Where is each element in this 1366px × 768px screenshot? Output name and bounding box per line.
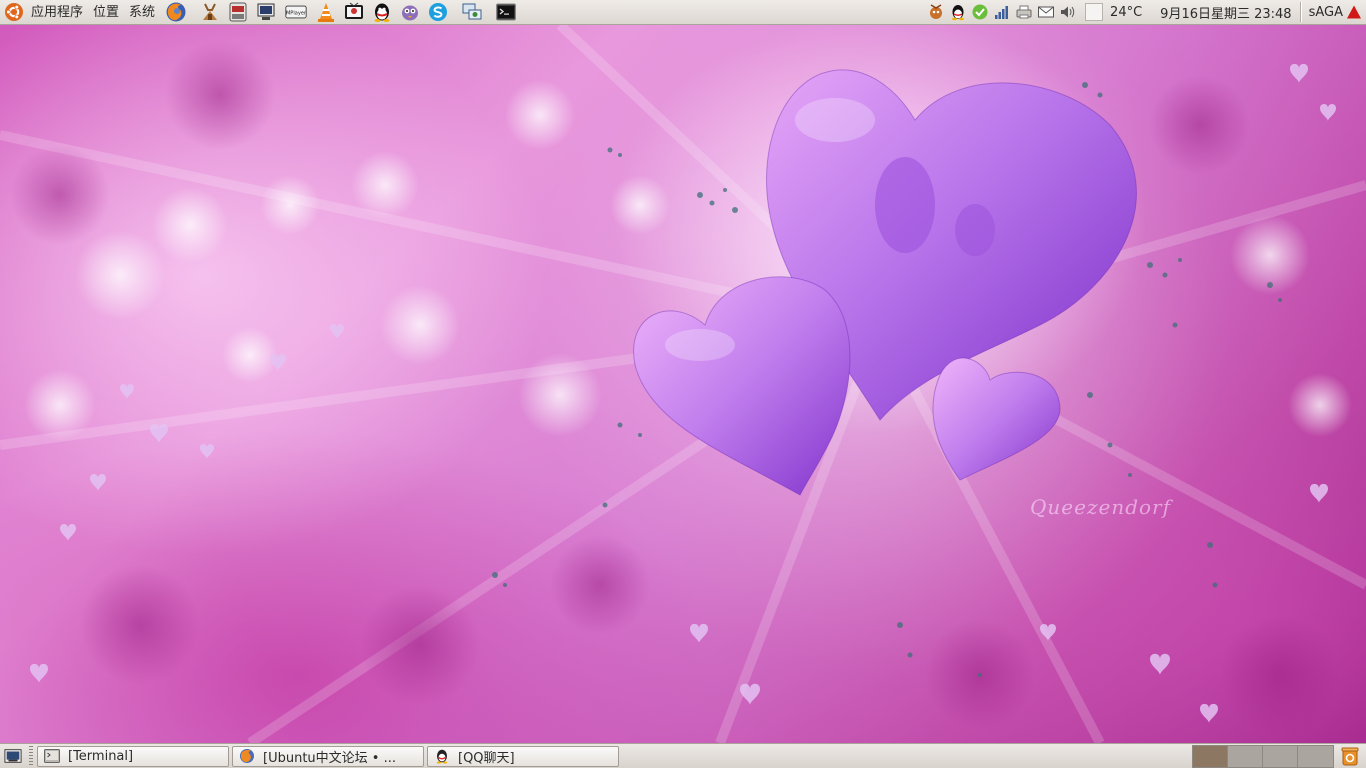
taskbar-button-qq-chat[interactable]: [QQ聊天] bbox=[427, 745, 619, 767]
taskbar-button-terminal[interactable]: [Terminal] bbox=[37, 745, 229, 767]
trash-icon[interactable] bbox=[1340, 746, 1360, 766]
tray-separator bbox=[1299, 2, 1301, 22]
ubuntu-logo-icon[interactable] bbox=[4, 2, 24, 22]
main-menu: 应用程序 位置 系统 bbox=[0, 0, 160, 25]
menu-applications[interactable]: 应用程序 bbox=[26, 0, 88, 25]
system-tray: 24°C 9月16日星期三 23:48 sAGA bbox=[925, 0, 1366, 25]
tv-icon[interactable] bbox=[343, 1, 365, 23]
workspace-1[interactable] bbox=[1193, 745, 1228, 767]
skype-icon[interactable] bbox=[427, 1, 449, 23]
network-icon[interactable] bbox=[461, 1, 483, 23]
firefox-icon bbox=[240, 749, 254, 763]
workspace-4[interactable] bbox=[1298, 745, 1333, 767]
mail-icon[interactable] bbox=[1037, 3, 1055, 21]
chat-robot-icon[interactable] bbox=[927, 3, 945, 21]
pidgin-icon[interactable] bbox=[399, 1, 421, 23]
update-icon[interactable] bbox=[971, 3, 989, 21]
launcher-bar: MPlayer bbox=[162, 0, 520, 25]
terminal-icon bbox=[44, 749, 60, 763]
device-icon[interactable] bbox=[255, 1, 277, 23]
bottom-panel: [Terminal] [Ubuntu中文论坛 • ... [QQ聊天] bbox=[0, 743, 1366, 768]
mplayer-label: MPlayer bbox=[286, 11, 307, 17]
menu-places[interactable]: 位置 bbox=[88, 0, 124, 25]
qq-tray-icon[interactable] bbox=[949, 3, 967, 21]
clock[interactable]: 9月16日星期三 23:48 bbox=[1160, 3, 1291, 22]
printer-icon[interactable] bbox=[1015, 3, 1033, 21]
desktop-wallpaper: Queezendorf bbox=[0, 25, 1366, 743]
firefox-icon[interactable] bbox=[165, 1, 187, 23]
show-desktop-icon bbox=[4, 749, 22, 763]
task-label: [QQ聊天] bbox=[458, 750, 515, 766]
taskbar-button-firefox[interactable]: [Ubuntu中文论坛 • ... bbox=[232, 745, 424, 767]
qq-icon bbox=[436, 749, 448, 764]
qq-icon[interactable] bbox=[371, 1, 393, 23]
user-switcher[interactable]: sAGA bbox=[1309, 5, 1343, 20]
vlc-icon[interactable] bbox=[315, 1, 337, 23]
workspace-3[interactable] bbox=[1263, 745, 1298, 767]
task-label: [Terminal] bbox=[68, 748, 134, 764]
bittorrent-icon[interactable] bbox=[199, 1, 221, 23]
temperature-label[interactable]: 24°C bbox=[1110, 5, 1142, 20]
weather-icon[interactable] bbox=[1085, 3, 1104, 21]
terminal-icon[interactable] bbox=[495, 1, 517, 23]
screenshot-icon[interactable] bbox=[227, 1, 249, 23]
menu-system[interactable]: 系统 bbox=[124, 0, 160, 25]
mplayer-icon[interactable]: MPlayer bbox=[283, 1, 309, 23]
show-desktop-button[interactable] bbox=[3, 746, 23, 766]
shutdown-alert-icon[interactable] bbox=[1346, 4, 1362, 20]
task-label: [Ubuntu中文论坛 • ... bbox=[263, 750, 396, 766]
workspace-switcher bbox=[1192, 744, 1334, 768]
panel-drag-handle[interactable] bbox=[29, 746, 33, 766]
workspace-2[interactable] bbox=[1228, 745, 1263, 767]
volume-icon[interactable] bbox=[1059, 3, 1077, 21]
hearts-artwork bbox=[0, 25, 1366, 743]
top-panel: 应用程序 位置 系统 MPlayer 24°C 9月16日星期三 23:48 s… bbox=[0, 0, 1366, 25]
signal-strength-icon[interactable] bbox=[993, 3, 1011, 21]
artist-watermark: Queezendorf bbox=[1030, 495, 1172, 519]
